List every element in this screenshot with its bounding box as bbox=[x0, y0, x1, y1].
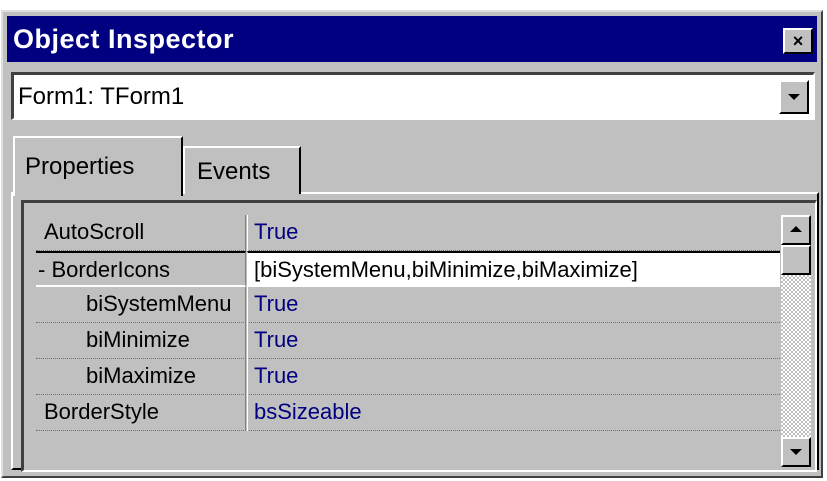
tab-events-label: Events bbox=[197, 158, 271, 185]
tab-properties-label: Properties bbox=[25, 153, 135, 180]
scroll-thumb[interactable] bbox=[781, 245, 811, 275]
property-value[interactable]: True bbox=[247, 359, 780, 395]
property-name: AutoScroll bbox=[36, 215, 246, 251]
object-selector-combo[interactable]: Form1: TForm1 bbox=[11, 72, 815, 120]
vertical-scrollbar[interactable] bbox=[781, 215, 811, 467]
object-selector-dropdown-button[interactable] bbox=[779, 80, 809, 114]
property-name: - BorderIcons bbox=[36, 251, 246, 287]
scroll-up-icon bbox=[790, 226, 802, 232]
property-name: biMaximize bbox=[36, 359, 246, 395]
property-row-bisystemmenu[interactable]: biSystemMenu True bbox=[36, 287, 780, 323]
window-title: Object Inspector bbox=[13, 24, 235, 54]
property-value[interactable]: True bbox=[247, 323, 780, 359]
property-row-autoscroll[interactable]: AutoScroll True bbox=[36, 215, 780, 251]
property-name: biMinimize bbox=[36, 323, 246, 359]
property-name: BorderStyle bbox=[36, 395, 246, 431]
property-name: biSystemMenu bbox=[36, 287, 246, 323]
property-value-editor[interactable]: [biSystemMenu,biMinimize,biMaximize] bbox=[247, 251, 780, 287]
tab-properties[interactable]: Properties bbox=[13, 136, 183, 196]
tab-events[interactable]: Events bbox=[183, 146, 301, 194]
close-button[interactable]: × bbox=[783, 28, 813, 54]
chevron-down-icon bbox=[788, 94, 800, 100]
property-value[interactable]: True bbox=[247, 287, 780, 323]
property-grid-frame: AutoScroll True - BorderIcons [biSystemM… bbox=[21, 200, 817, 472]
scroll-down-button[interactable] bbox=[781, 437, 811, 467]
object-inspector-window: Object Inspector × Form1: TForm1 Propert… bbox=[1, 10, 823, 478]
property-grid: AutoScroll True - BorderIcons [biSystemM… bbox=[36, 215, 780, 467]
property-row-bimaximize[interactable]: biMaximize True bbox=[36, 359, 780, 395]
property-row-borderstyle[interactable]: BorderStyle bsSizeable bbox=[36, 395, 780, 431]
property-row-bordericons[interactable]: - BorderIcons [biSystemMenu,biMinimize,b… bbox=[36, 251, 780, 287]
property-value[interactable]: bsSizeable bbox=[247, 395, 780, 431]
scroll-up-button[interactable] bbox=[781, 215, 811, 245]
property-value[interactable]: True bbox=[247, 215, 780, 251]
close-icon: × bbox=[792, 31, 804, 51]
object-selector-value: Form1: TForm1 bbox=[18, 83, 185, 110]
scroll-down-icon bbox=[790, 449, 802, 455]
title-bar[interactable]: Object Inspector × bbox=[7, 16, 817, 62]
property-row-biminimize[interactable]: biMinimize True bbox=[36, 323, 780, 359]
